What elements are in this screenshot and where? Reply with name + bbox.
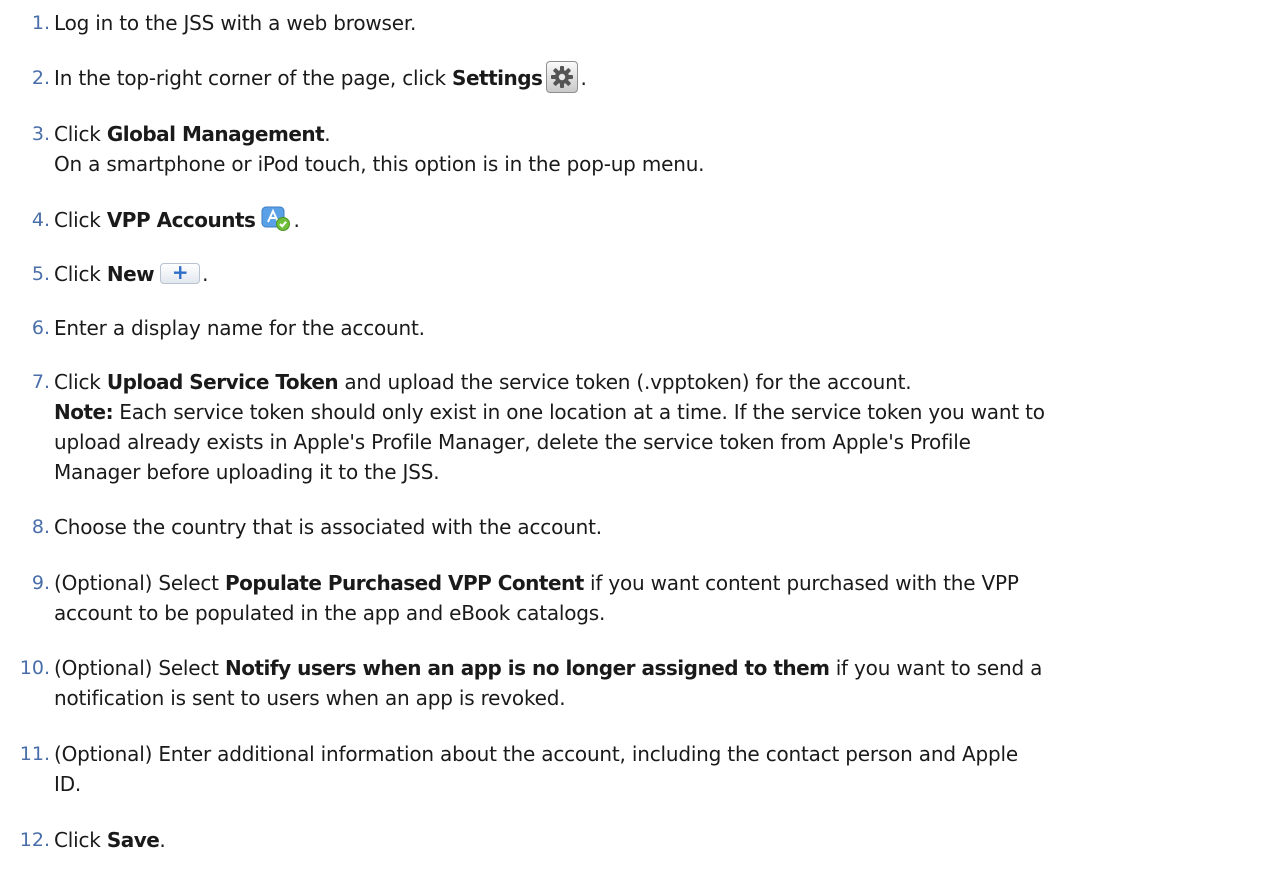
ui-term-settings: Settings: [452, 66, 543, 90]
step-text: (Optional) Select: [54, 571, 225, 595]
step-number: 6.: [31, 317, 50, 339]
ui-term-new: New: [106, 262, 155, 286]
note-text: Manager before uploading it to the JSS.: [54, 460, 440, 484]
step-detail: On a smartphone or iPod touch, this opti…: [54, 152, 705, 176]
step-number: 5.: [31, 263, 50, 285]
note-text: upload already exists in Apple's Profile…: [54, 430, 971, 454]
step-detail: ID.: [54, 772, 82, 796]
step-detail: notification is sent to users when an ap…: [54, 686, 566, 710]
step-text-end: .: [293, 208, 300, 232]
ui-term-vpp-accounts: VPP Accounts: [106, 208, 256, 232]
step-text: (Optional) Enter additional information …: [54, 742, 1018, 766]
step-text: Click: [54, 208, 107, 232]
step-text-end: if you want content purchased with the V…: [583, 571, 1019, 595]
step-number: 12.: [19, 829, 50, 851]
step-number: 11.: [19, 743, 50, 765]
step-number: 7.: [31, 371, 50, 393]
step-number: 9.: [31, 572, 50, 594]
step-number: 4.: [31, 209, 50, 231]
app-store-icon: [261, 206, 291, 232]
step-number: 3.: [31, 123, 50, 145]
step-text: In the top-right corner of the page, cli…: [54, 66, 453, 90]
step-text: Enter a display name for the account.: [54, 316, 425, 340]
step-text: Click: [54, 828, 107, 852]
step-number: 1.: [31, 12, 50, 34]
ui-term-upload-service-token: Upload Service Token: [106, 370, 339, 394]
step-detail: account to be populated in the app and e…: [54, 601, 606, 625]
step-text-end: .: [324, 122, 331, 146]
step-text: Click: [54, 122, 107, 146]
ui-term-save: Save: [106, 828, 160, 852]
note-label: Note:: [54, 400, 114, 424]
note-text: Each service token should only exist in …: [113, 400, 1045, 424]
ui-term-global-management: Global Management: [106, 122, 325, 146]
step-text-end: .: [159, 828, 166, 852]
step-number: 2.: [31, 67, 50, 89]
step-text: Click: [54, 262, 107, 286]
ui-term-notify-users: Notify users when an app is no longer as…: [224, 656, 830, 680]
step-text: Click: [54, 370, 107, 394]
gear-icon: [546, 60, 579, 93]
ui-term-populate-purchased: Populate Purchased VPP Content: [224, 571, 584, 595]
step-text-end: .: [580, 66, 587, 90]
step-text-end: .: [202, 262, 209, 286]
step-text-end: if you want to send a: [829, 656, 1043, 680]
step-text: Log in to the JSS with a web browser.: [54, 11, 417, 35]
step-number: 8.: [31, 516, 50, 538]
step-text: (Optional) Select: [54, 656, 225, 680]
plus-icon: +: [160, 262, 201, 284]
step-number: 10.: [19, 657, 50, 679]
step-text: Choose the country that is associated wi…: [54, 515, 602, 539]
step-text-end: and upload the service token (.vpptoken)…: [338, 370, 912, 394]
